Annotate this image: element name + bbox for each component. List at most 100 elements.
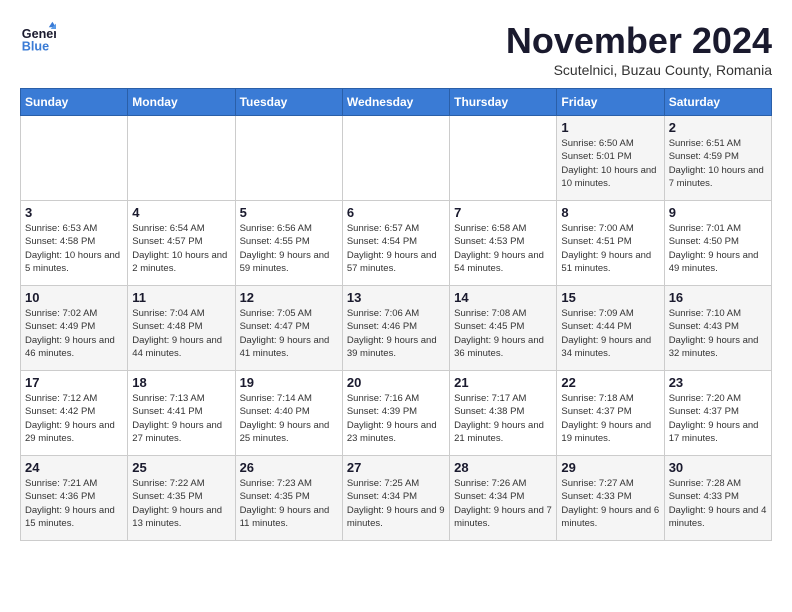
calendar-cell: 30 Sunrise: 7:28 AM Sunset: 4:33 PM Dayli… — [664, 456, 771, 541]
day-number: 30 — [669, 460, 767, 475]
day-info: Sunrise: 7:25 AM Sunset: 4:34 PM Dayligh… — [347, 477, 445, 530]
day-info: Sunrise: 6:50 AM Sunset: 5:01 PM Dayligh… — [561, 137, 659, 190]
day-number: 3 — [25, 205, 123, 220]
logo: General Blue — [20, 20, 56, 56]
day-number: 19 — [240, 375, 338, 390]
day-info: Sunrise: 7:04 AM Sunset: 4:48 PM Dayligh… — [132, 307, 230, 360]
day-info: Sunrise: 7:00 AM Sunset: 4:51 PM Dayligh… — [561, 222, 659, 275]
calendar-cell: 10 Sunrise: 7:02 AM Sunset: 4:49 PM Dayli… — [21, 286, 128, 371]
day-info: Sunrise: 6:57 AM Sunset: 4:54 PM Dayligh… — [347, 222, 445, 275]
day-number: 15 — [561, 290, 659, 305]
day-number: 21 — [454, 375, 552, 390]
calendar-title: November 2024 — [506, 20, 772, 62]
week-row-2: 3Sunrise: 6:53 AM Sunset: 4:58 PM Daylig… — [21, 201, 772, 286]
page-header: General Blue November 2024 Scutelnici, B… — [20, 20, 772, 78]
calendar-cell — [342, 116, 449, 201]
calendar-cell — [128, 116, 235, 201]
calendar-cell — [21, 116, 128, 201]
day-info: Sunrise: 7:01 AM Sunset: 4:50 PM Dayligh… — [669, 222, 767, 275]
weekday-header-wednesday: Wednesday — [342, 89, 449, 116]
day-info: Sunrise: 7:13 AM Sunset: 4:41 PM Dayligh… — [132, 392, 230, 445]
calendar-cell: 8Sunrise: 7:00 AM Sunset: 4:51 PM Daylig… — [557, 201, 664, 286]
day-info: Sunrise: 6:58 AM Sunset: 4:53 PM Dayligh… — [454, 222, 552, 275]
calendar-cell: 5Sunrise: 6:56 AM Sunset: 4:55 PM Daylig… — [235, 201, 342, 286]
day-info: Sunrise: 7:28 AM Sunset: 4:33 PM Dayligh… — [669, 477, 767, 530]
weekday-header-thursday: Thursday — [450, 89, 557, 116]
day-number: 2 — [669, 120, 767, 135]
weekday-header-monday: Monday — [128, 89, 235, 116]
day-info: Sunrise: 7:27 AM Sunset: 4:33 PM Dayligh… — [561, 477, 659, 530]
calendar-cell: 11 Sunrise: 7:04 AM Sunset: 4:48 PM Dayli… — [128, 286, 235, 371]
day-info: Sunrise: 7:16 AM Sunset: 4:39 PM Dayligh… — [347, 392, 445, 445]
calendar-cell: 12Sunrise: 7:05 AM Sunset: 4:47 PM Dayli… — [235, 286, 342, 371]
calendar-cell: 20 Sunrise: 7:16 AM Sunset: 4:39 PM Dayli… — [342, 371, 449, 456]
day-number: 23 — [669, 375, 767, 390]
calendar-cell: 15Sunrise: 7:09 AM Sunset: 4:44 PM Dayli… — [557, 286, 664, 371]
svg-text:Blue: Blue — [22, 40, 49, 54]
calendar-cell: 1 Sunrise: 6:50 AM Sunset: 5:01 PM Daylig… — [557, 116, 664, 201]
day-info: Sunrise: 7:21 AM Sunset: 4:36 PM Dayligh… — [25, 477, 123, 530]
day-info: Sunrise: 7:20 AM Sunset: 4:37 PM Dayligh… — [669, 392, 767, 445]
day-number: 13 — [347, 290, 445, 305]
calendar-cell: 19 Sunrise: 7:14 AM Sunset: 4:40 PM Dayli… — [235, 371, 342, 456]
calendar-cell: 29 Sunrise: 7:27 AM Sunset: 4:33 PM Dayli… — [557, 456, 664, 541]
day-number: 24 — [25, 460, 123, 475]
week-row-3: 10 Sunrise: 7:02 AM Sunset: 4:49 PM Dayli… — [21, 286, 772, 371]
calendar-cell — [235, 116, 342, 201]
day-number: 27 — [347, 460, 445, 475]
day-number: 5 — [240, 205, 338, 220]
calendar-cell: 28Sunrise: 7:26 AM Sunset: 4:34 PM Dayli… — [450, 456, 557, 541]
day-number: 7 — [454, 205, 552, 220]
day-number: 1 — [561, 120, 659, 135]
day-info: Sunrise: 7:14 AM Sunset: 4:40 PM Dayligh… — [240, 392, 338, 445]
day-info: Sunrise: 7:02 AM Sunset: 4:49 PM Dayligh… — [25, 307, 123, 360]
day-number: 20 — [347, 375, 445, 390]
calendar-cell: 14Sunrise: 7:08 AM Sunset: 4:45 PM Dayli… — [450, 286, 557, 371]
day-number: 12 — [240, 290, 338, 305]
day-number: 18 — [132, 375, 230, 390]
calendar-cell: 16 Sunrise: 7:10 AM Sunset: 4:43 PM Dayli… — [664, 286, 771, 371]
calendar-cell — [450, 116, 557, 201]
day-info: Sunrise: 7:10 AM Sunset: 4:43 PM Dayligh… — [669, 307, 767, 360]
day-number: 9 — [669, 205, 767, 220]
day-number: 17 — [25, 375, 123, 390]
day-info: Sunrise: 7:23 AM Sunset: 4:35 PM Dayligh… — [240, 477, 338, 530]
day-number: 11 — [132, 290, 230, 305]
day-info: Sunrise: 7:06 AM Sunset: 4:46 PM Dayligh… — [347, 307, 445, 360]
calendar-cell: 23 Sunrise: 7:20 AM Sunset: 4:37 PM Dayli… — [664, 371, 771, 456]
calendar-cell: 21 Sunrise: 7:17 AM Sunset: 4:38 PM Dayli… — [450, 371, 557, 456]
day-number: 6 — [347, 205, 445, 220]
day-info: Sunrise: 7:08 AM Sunset: 4:45 PM Dayligh… — [454, 307, 552, 360]
day-info: Sunrise: 7:12 AM Sunset: 4:42 PM Dayligh… — [25, 392, 123, 445]
calendar-cell: 24 Sunrise: 7:21 AM Sunset: 4:36 PM Dayli… — [21, 456, 128, 541]
calendar-cell: 27 Sunrise: 7:25 AM Sunset: 4:34 PM Dayli… — [342, 456, 449, 541]
week-row-5: 24 Sunrise: 7:21 AM Sunset: 4:36 PM Dayli… — [21, 456, 772, 541]
day-info: Sunrise: 6:54 AM Sunset: 4:57 PM Dayligh… — [132, 222, 230, 275]
week-row-1: 1 Sunrise: 6:50 AM Sunset: 5:01 PM Daylig… — [21, 116, 772, 201]
title-section: November 2024 Scutelnici, Buzau County, … — [506, 20, 772, 78]
calendar-cell: 13 Sunrise: 7:06 AM Sunset: 4:46 PM Dayli… — [342, 286, 449, 371]
day-info: Sunrise: 7:26 AM Sunset: 4:34 PM Dayligh… — [454, 477, 552, 530]
calendar-cell: 9 Sunrise: 7:01 AM Sunset: 4:50 PM Daylig… — [664, 201, 771, 286]
calendar-cell: 3Sunrise: 6:53 AM Sunset: 4:58 PM Daylig… — [21, 201, 128, 286]
calendar-cell: 18 Sunrise: 7:13 AM Sunset: 4:41 PM Dayli… — [128, 371, 235, 456]
weekday-header-sunday: Sunday — [21, 89, 128, 116]
day-number: 29 — [561, 460, 659, 475]
calendar-cell: 25 Sunrise: 7:22 AM Sunset: 4:35 PM Dayli… — [128, 456, 235, 541]
day-number: 10 — [25, 290, 123, 305]
day-info: Sunrise: 7:18 AM Sunset: 4:37 PM Dayligh… — [561, 392, 659, 445]
day-number: 16 — [669, 290, 767, 305]
calendar-cell: 2Sunrise: 6:51 AM Sunset: 4:59 PM Daylig… — [664, 116, 771, 201]
day-number: 4 — [132, 205, 230, 220]
calendar-cell: 6 Sunrise: 6:57 AM Sunset: 4:54 PM Daylig… — [342, 201, 449, 286]
calendar-cell: 17 Sunrise: 7:12 AM Sunset: 4:42 PM Dayli… — [21, 371, 128, 456]
day-info: Sunrise: 7:17 AM Sunset: 4:38 PM Dayligh… — [454, 392, 552, 445]
day-number: 22 — [561, 375, 659, 390]
day-number: 26 — [240, 460, 338, 475]
calendar-cell: 26 Sunrise: 7:23 AM Sunset: 4:35 PM Dayli… — [235, 456, 342, 541]
calendar-subtitle: Scutelnici, Buzau County, Romania — [506, 62, 772, 78]
calendar-cell: 7 Sunrise: 6:58 AM Sunset: 4:53 PM Daylig… — [450, 201, 557, 286]
day-number: 25 — [132, 460, 230, 475]
weekday-header-saturday: Saturday — [664, 89, 771, 116]
day-info: Sunrise: 7:22 AM Sunset: 4:35 PM Dayligh… — [132, 477, 230, 530]
